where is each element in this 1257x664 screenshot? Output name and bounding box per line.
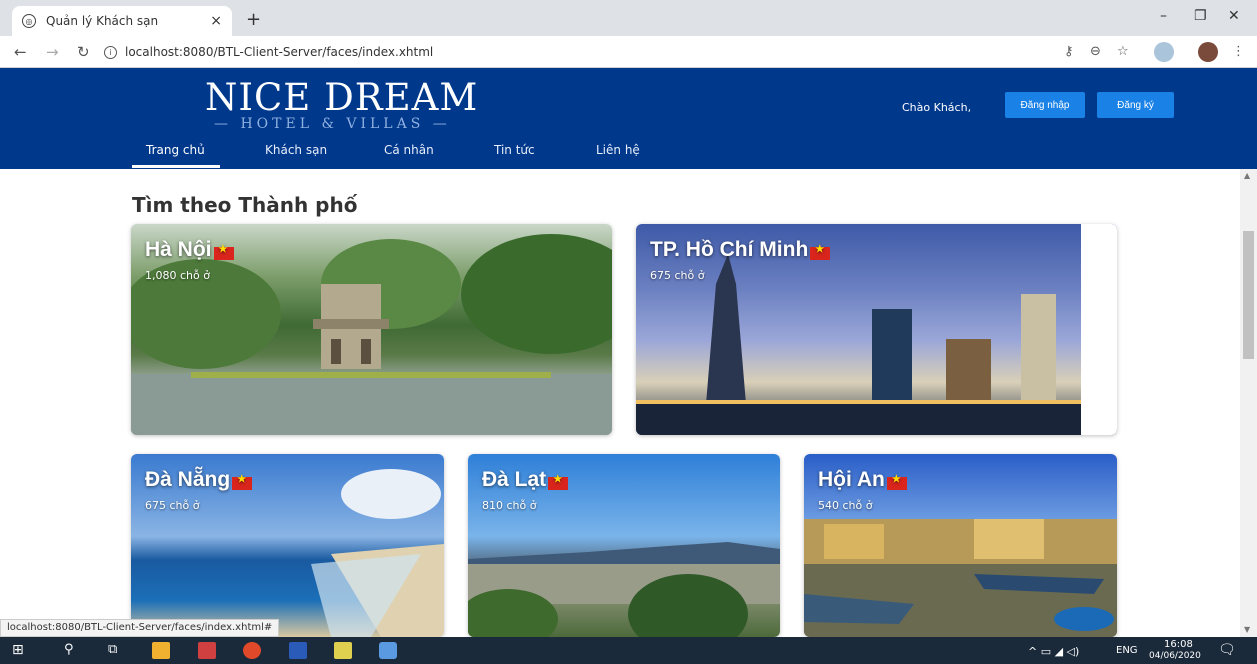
nav-contact[interactable]: Liên hệ — [596, 143, 640, 157]
language-indicator[interactable]: ENG — [1116, 645, 1138, 656]
city-name: Đà Lạt — [482, 468, 569, 492]
reload-icon[interactable]: ↻ — [77, 43, 90, 61]
city-name: Đà Nẵng — [145, 468, 253, 492]
notifications-icon[interactable]: 🗨 — [1218, 642, 1236, 658]
nav-hotels[interactable]: Khách sạn — [265, 143, 327, 157]
city-count: 1,080 chỗ ở — [145, 269, 210, 282]
maximize-button[interactable]: ❐ — [1194, 8, 1207, 24]
globe-icon: ◎ — [22, 14, 36, 28]
vietnam-flag-icon — [810, 244, 831, 260]
task-view-icon[interactable]: ⧉ — [108, 642, 126, 659]
bookmark-star-icon[interactable]: ☆ — [1117, 44, 1129, 59]
info-icon[interactable]: i — [104, 45, 117, 59]
notepad-icon[interactable] — [334, 642, 352, 659]
url-field[interactable]: i localhost:8080/BTL-Client-Server/faces… — [104, 40, 1104, 64]
browser-tab-strip: ◎ Quản lý Khách sạn × + – ❐ ✕ — [0, 0, 1257, 36]
scroll-up-icon[interactable]: ▲ — [1244, 171, 1250, 180]
register-button[interactable]: Đăng ký — [1097, 92, 1174, 118]
section-title: Tìm theo Thành phố — [132, 193, 358, 217]
logo-title[interactable]: NICE DREAM — [205, 76, 478, 119]
menu-dots-icon[interactable]: ⋮ — [1232, 44, 1245, 59]
vietnam-flag-icon — [232, 474, 253, 490]
windows-taskbar: ⊞ ⚲ ⧉ ^ ▭ ◢ ◁) ENG 16:08 04/06/2020 🗨 — [0, 637, 1257, 664]
nav-personal[interactable]: Cá nhân — [384, 143, 434, 157]
search-icon[interactable]: ⚲ — [64, 642, 82, 659]
word-icon[interactable] — [289, 642, 307, 659]
vietnam-flag-icon — [213, 244, 234, 260]
forward-arrow-icon[interactable]: → — [46, 43, 59, 61]
scroll-down-icon[interactable]: ▼ — [1244, 625, 1250, 634]
close-window-button[interactable]: ✕ — [1228, 8, 1240, 24]
key-icon[interactable]: ⚷ — [1064, 44, 1074, 59]
virtualbox-icon[interactable] — [379, 642, 397, 659]
profile-avatar[interactable] — [1198, 42, 1218, 62]
city-card-hochiminh[interactable]: TP. Hồ Chí Minh 675 chỗ ở — [636, 224, 1117, 435]
tab-title: Quản lý Khách sạn — [46, 14, 159, 28]
city-card-hoian[interactable]: Hội An 540 chỗ ở — [804, 454, 1117, 637]
file-explorer-icon[interactable] — [152, 642, 170, 659]
city-count: 810 chỗ ở — [482, 499, 537, 512]
extension-icon[interactable] — [1154, 42, 1174, 62]
city-count: 675 chỗ ở — [650, 269, 705, 282]
chrome-icon[interactable] — [243, 642, 261, 659]
vietnam-flag-icon — [548, 474, 569, 490]
city-card-dalat[interactable]: Đà Lạt 810 chỗ ở — [468, 454, 780, 637]
vietnam-flag-icon — [886, 474, 907, 490]
logo-subtitle: — HOTEL & VILLAS — — [214, 116, 451, 132]
page-scrollbar[interactable]: ▲ ▼ — [1240, 169, 1257, 637]
clock-date[interactable]: 04/06/2020 — [1149, 651, 1201, 661]
back-arrow-icon[interactable]: ← — [14, 43, 27, 61]
scroll-thumb[interactable] — [1243, 231, 1254, 359]
zoom-icon[interactable]: ⊖ — [1090, 44, 1101, 59]
city-name: TP. Hồ Chí Minh — [650, 238, 831, 262]
site-header: NICE DREAM — HOTEL & VILLAS — Chào Khách… — [0, 68, 1257, 169]
city-card-hanoi[interactable]: Hà Nội 1,080 chỗ ở — [131, 224, 612, 435]
login-button[interactable]: Đăng nhập — [1005, 92, 1085, 118]
nav-news[interactable]: Tin tức — [494, 143, 535, 157]
status-url-bubble: localhost:8080/BTL-Client-Server/faces/i… — [0, 619, 280, 637]
clock-time[interactable]: 16:08 — [1164, 639, 1193, 650]
browser-tab[interactable]: ◎ Quản lý Khách sạn × — [12, 6, 232, 36]
close-tab-icon[interactable]: × — [210, 13, 222, 29]
url-text: localhost:8080/BTL-Client-Server/faces/i… — [125, 45, 434, 59]
new-tab-button[interactable]: + — [246, 9, 261, 30]
tray-icons[interactable]: ^ ▭ ◢ ◁) — [1028, 645, 1079, 658]
city-count: 675 chỗ ở — [145, 499, 200, 512]
city-card-danang[interactable]: Đà Nẵng 675 chỗ ở — [131, 454, 444, 637]
greeting-text: Chào Khách, — [902, 101, 972, 114]
app-icon[interactable] — [198, 642, 216, 659]
city-name: Hội An — [818, 468, 907, 492]
city-count: 540 chỗ ở — [818, 499, 873, 512]
nav-home[interactable]: Trang chủ — [146, 143, 205, 157]
minimize-button[interactable]: – — [1160, 8, 1167, 24]
nav-active-indicator — [132, 165, 220, 168]
windows-start-icon[interactable]: ⊞ — [12, 642, 30, 659]
address-bar: ← → ↻ i localhost:8080/BTL-Client-Server… — [0, 36, 1257, 68]
city-name: Hà Nội — [145, 238, 234, 262]
